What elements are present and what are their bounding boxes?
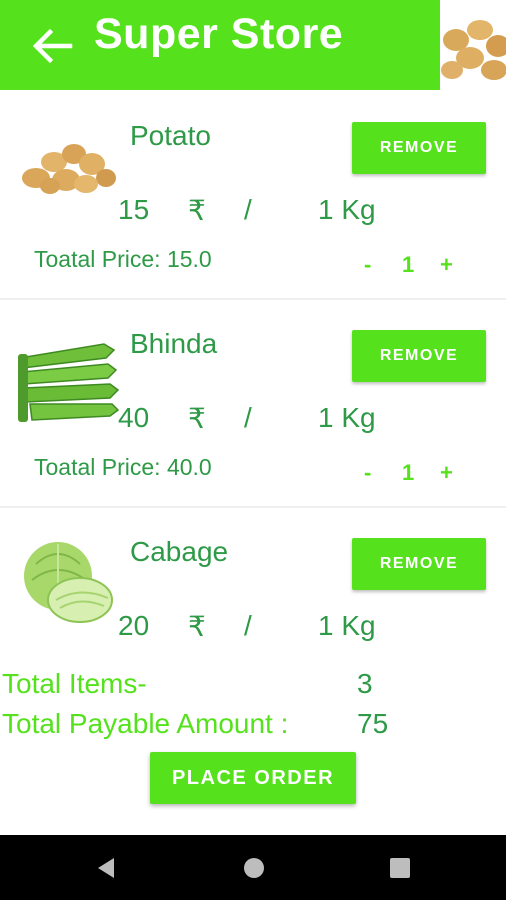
okra-image — [16, 328, 120, 428]
price-separator: / — [244, 402, 252, 433]
decrement-button[interactable]: - — [364, 460, 371, 486]
remove-button[interactable]: REMOVE — [352, 122, 486, 174]
cart-item: Cabage REMOVE 20 ₹ / 1 Kg — [0, 514, 506, 664]
place-order-button[interactable]: PLACE ORDER — [150, 752, 356, 804]
app-bar: Super Store — [0, 0, 440, 90]
price-value: 15 — [118, 194, 150, 225]
unit-label: 1 Kg — [318, 402, 376, 433]
quantity-stepper: - 1 + — [358, 460, 468, 490]
decrement-button[interactable]: - — [364, 252, 371, 278]
circle-home-icon[interactable] — [241, 855, 267, 881]
cart-item: Potato REMOVE 15 ₹ / 1 Kg Toatal Price: … — [0, 98, 506, 300]
arrow-left-icon[interactable] — [30, 28, 74, 64]
price-separator: / — [244, 194, 252, 225]
product-name: Bhinda — [130, 328, 218, 359]
price-value: 20 — [118, 610, 150, 641]
quantity-value: 1 — [402, 460, 415, 485]
total-items-label: Total Items- — [2, 668, 147, 699]
remove-button[interactable]: REMOVE — [352, 330, 486, 382]
rupee-symbol: ₹ — [188, 403, 206, 434]
price-row: 15 ₹ / 1 Kg — [118, 194, 378, 230]
page-title: Super Store — [94, 10, 344, 58]
price-value: 40 — [118, 402, 150, 433]
rupee-symbol: ₹ — [188, 611, 206, 642]
unit-label: 1 Kg — [318, 194, 376, 225]
quantity-value: 1 — [402, 252, 415, 277]
total-items-value: 3 — [357, 668, 373, 699]
item-total-price: Toatal Price: 15.0 — [34, 246, 212, 272]
quantity-stepper: - 1 + — [358, 252, 468, 282]
potato-image — [16, 128, 120, 228]
system-navigation-bar — [0, 835, 506, 900]
unit-label: 1 Kg — [318, 610, 376, 641]
price-separator: / — [244, 610, 252, 641]
product-name: Potato — [130, 120, 211, 151]
increment-button[interactable]: + — [440, 460, 453, 486]
product-name: Cabage — [130, 536, 229, 567]
increment-button[interactable]: + — [440, 252, 453, 278]
remove-button[interactable]: REMOVE — [352, 538, 486, 590]
triangle-back-icon[interactable] — [94, 855, 120, 881]
rupee-symbol: ₹ — [188, 195, 206, 226]
price-row: 40 ₹ / 1 Kg — [118, 402, 378, 438]
total-payable-label: Total Payable Amount : — [2, 708, 289, 739]
price-row: 20 ₹ / 1 Kg — [118, 610, 378, 646]
cart-item: Bhinda REMOVE 40 ₹ / 1 Kg Toatal Price: … — [0, 306, 506, 508]
square-recents-icon[interactable] — [387, 855, 413, 881]
potato-thumbnail — [440, 6, 506, 90]
item-total-price: Toatal Price: 40.0 — [34, 454, 212, 480]
cabbage-image — [16, 534, 120, 634]
total-payable-value: 75 — [357, 708, 389, 739]
